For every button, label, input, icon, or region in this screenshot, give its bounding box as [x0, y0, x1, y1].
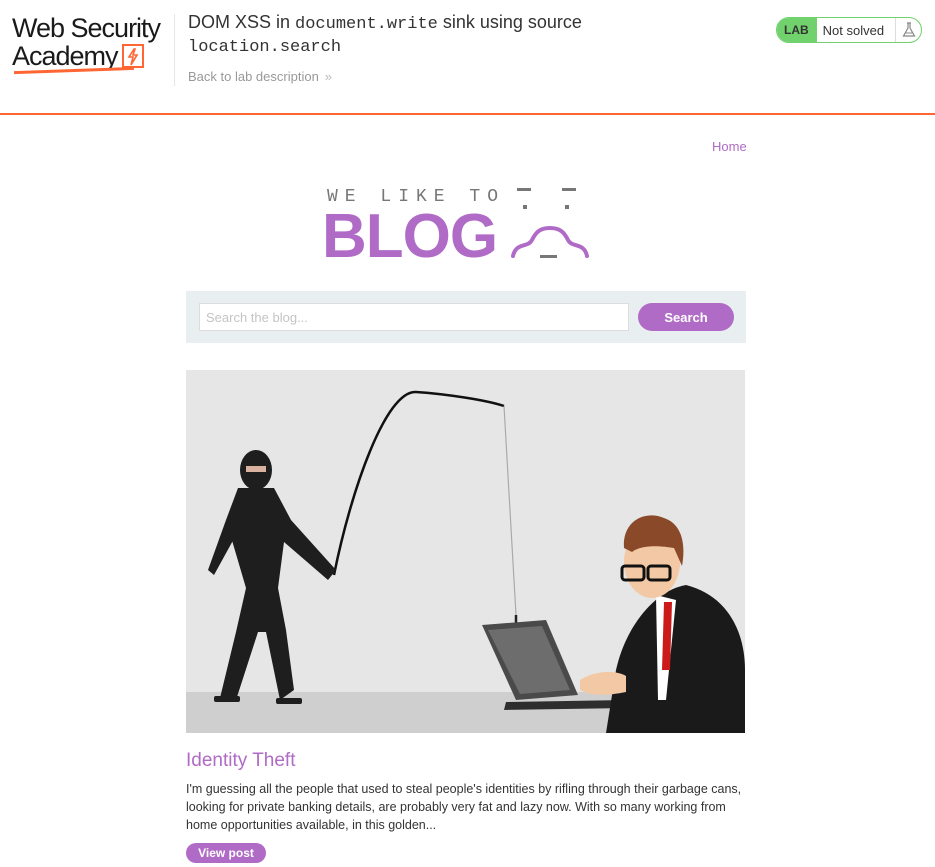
post-image[interactable] — [186, 370, 745, 733]
nav-home-link[interactable]: Home — [712, 139, 747, 154]
double-chevron-right-icon: » — [324, 69, 332, 84]
lab-badge: LAB — [777, 18, 817, 42]
logo-text-line1: Web Security — [12, 13, 161, 43]
academy-header: Web Security Academy DOM XSS in document… — [0, 0, 935, 115]
blog-face-icon — [511, 188, 589, 258]
we-like-to-blog-logo: WE LIKE TO BLOG — [322, 182, 612, 268]
blog-search-bar: Search — [186, 291, 746, 343]
search-button[interactable]: Search — [638, 303, 734, 331]
lab-title: DOM XSS in document.write sink using sou… — [188, 12, 582, 57]
web-security-academy-logo[interactable]: Web Security Academy — [12, 14, 177, 78]
search-input[interactable] — [199, 303, 629, 331]
back-to-lab-description-link[interactable]: Back to lab description» — [188, 69, 332, 84]
lightning-bolt-icon — [121, 44, 144, 68]
view-post-button[interactable]: View post — [186, 843, 266, 863]
identity-theft-illustration — [186, 370, 745, 733]
header-divider — [174, 14, 175, 86]
logo-blog-text: BLOG — [322, 202, 498, 271]
lab-status-widget: LAB Not solved — [776, 17, 922, 43]
logo-text-line2: Academy — [12, 41, 119, 71]
lab-status-text: Not solved — [822, 22, 885, 38]
post-title-link[interactable]: Identity Theft — [186, 750, 296, 772]
post-summary: I'm guessing all the people that used to… — [186, 782, 742, 832]
flask-icon — [895, 18, 921, 42]
